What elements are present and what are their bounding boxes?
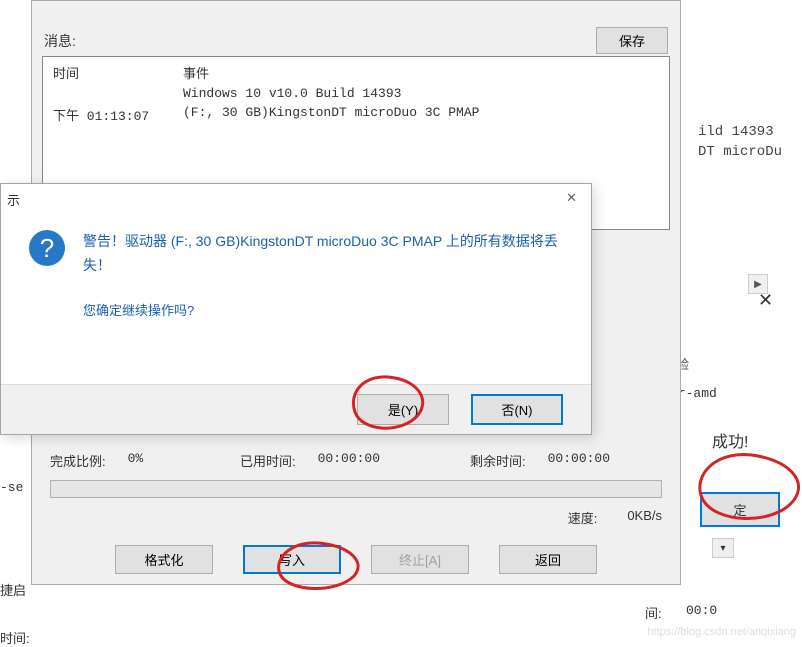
write-button[interactable]: 写入 (243, 545, 341, 574)
elapsed-label: 已用时间: (240, 451, 296, 470)
progress-bar (50, 480, 662, 498)
close-icon[interactable]: ✕ (758, 290, 773, 311)
confirm-dialog: 示 ✕ ? 警告！驱动器 (F:, 30 GB)KingstonDT micro… (0, 183, 592, 435)
log-event-cell: Windows 10 v10.0 Build 14393 (183, 86, 659, 101)
fragment-bottom-time: 时间: (0, 628, 30, 647)
elapsed-value: 00:00:00 (318, 451, 380, 470)
log-time-cell: 下午 01:13:07 (53, 105, 183, 124)
bg-success-text: 成功! (712, 428, 748, 452)
speed-label: 速度: (568, 508, 598, 527)
bg-text-line1: ild 14393 (698, 124, 774, 140)
warning-text: 警告！驱动器 (F:, 30 GB)KingstonDT microDuo 3C… (83, 230, 563, 278)
yes-button[interactable]: 是(Y) (357, 394, 449, 425)
format-button[interactable]: 格式化 (115, 545, 213, 574)
log-header-time: 时间 (53, 63, 183, 82)
progress-pct-value: 0% (128, 451, 144, 470)
dialog-close-icon[interactable]: ✕ (566, 190, 577, 206)
chevron-down-icon[interactable]: ▾ (712, 538, 734, 558)
speed-value: 0KB/s (627, 508, 662, 527)
bg-text-line2: DT microDu (698, 144, 782, 160)
question-icon: ? (29, 230, 65, 266)
log-header-event: 事件 (183, 63, 659, 82)
back-button[interactable]: 返回 (499, 545, 597, 574)
remain-label: 剩余时间: (470, 451, 526, 470)
ok-button[interactable]: 定 (700, 492, 780, 527)
save-button[interactable]: 保存 (596, 27, 668, 54)
message-label: 消息: (44, 31, 76, 51)
remain-value: 00:00:00 (548, 451, 610, 470)
fragment-bottom-right: 00:0 (686, 603, 717, 618)
log-time-cell (53, 86, 183, 101)
log-event-cell: (F:, 30 GB)KingstonDT microDuo 3C PMAP (183, 105, 659, 124)
confirm-question: 您确定继续操作吗? (83, 300, 563, 319)
fragment-bottom-label: 间: (645, 603, 662, 622)
progress-pct-label: 完成比例: (50, 451, 106, 470)
no-button[interactable]: 否(N) (471, 394, 563, 425)
fragment-left-2: 捷启 (0, 580, 26, 599)
fragment-left-1: -se (0, 478, 23, 497)
stop-button: 终止[A] (371, 545, 469, 574)
progress-section: 完成比例: 0% 已用时间: 00:00:00 剩余时间: 00:00:00 速… (50, 451, 662, 574)
dialog-title: 示 (7, 190, 20, 209)
watermark: https://blog.csdn.net/anqixiang (647, 626, 796, 638)
